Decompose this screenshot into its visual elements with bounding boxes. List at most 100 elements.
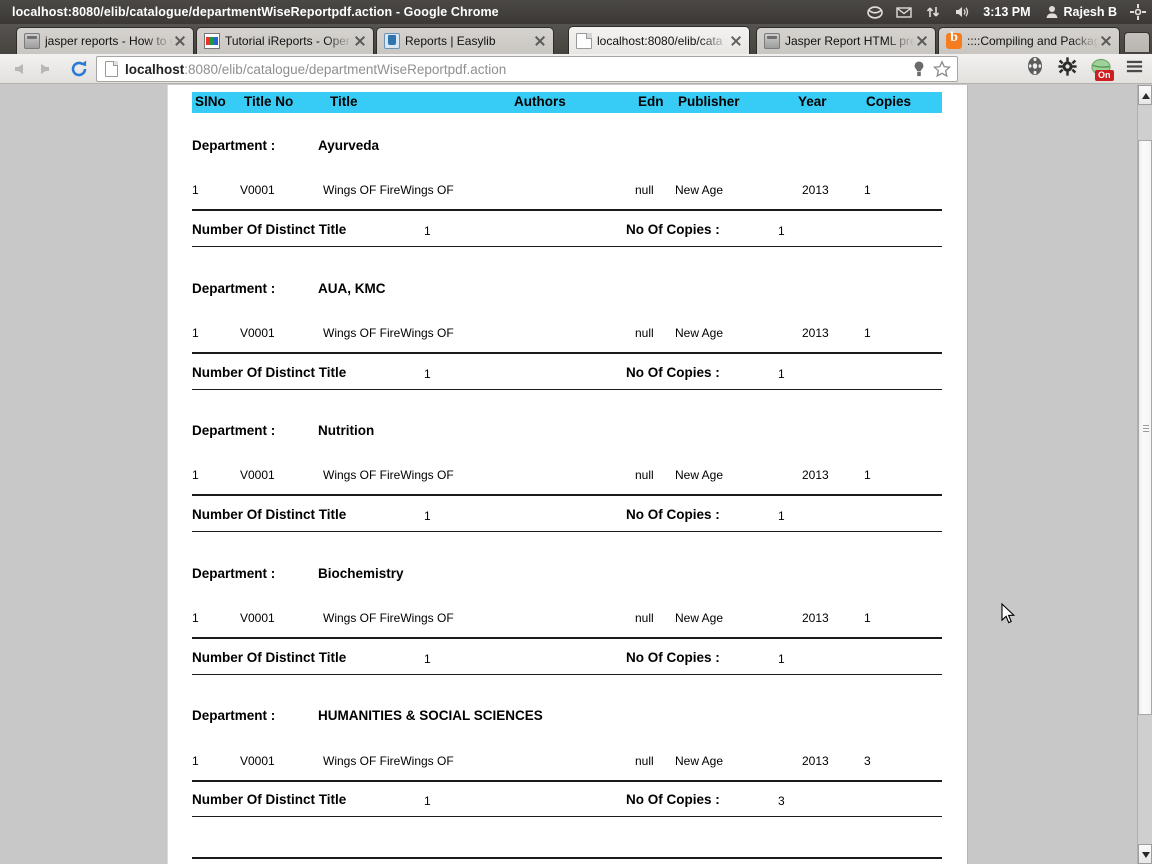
user-icon <box>1044 4 1060 20</box>
browser-tab-2[interactable]: Tutorial iReports - Oper <box>196 27 374 54</box>
no-of-copies-value: 1 <box>778 224 785 238</box>
proxy-globe-icon[interactable]: On <box>1089 58 1114 81</box>
cell-edn: null <box>635 326 654 340</box>
distinct-title-label: Number Of Distinct Title <box>192 650 347 665</box>
distinct-title-value: 1 <box>424 794 431 808</box>
close-tab-icon[interactable] <box>729 34 743 48</box>
close-tab-icon[interactable] <box>173 34 187 48</box>
scroll-down-button[interactable] <box>1138 844 1152 864</box>
group-divider <box>192 209 942 211</box>
cell-publisher: New Age <box>675 611 724 625</box>
forward-button[interactable] <box>36 55 64 83</box>
window-titlebar: localhost:8080/elib/catalogue/department… <box>0 0 1152 24</box>
browser-tab-1[interactable]: jasper reports - How to c <box>16 27 194 54</box>
distinct-title-label: Number Of Distinct Title <box>192 365 347 380</box>
scrollbar-grip <box>1143 424 1149 432</box>
user-menu[interactable]: Rajesh B <box>1044 4 1118 20</box>
cell-title-no: V0001 <box>240 326 275 340</box>
document-favicon-icon <box>576 32 592 49</box>
col-header-slno: SlNo <box>195 94 226 109</box>
bookmark-star-icon[interactable] <box>932 60 952 83</box>
tab-strip: jasper reports - How to c Tutorial iRepo… <box>0 24 1152 54</box>
cell-title: Wings OF FireWings OF <box>323 611 454 625</box>
distinct-title-label: Number Of Distinct Title <box>192 222 347 237</box>
cell-year: 2013 <box>802 183 829 197</box>
vertical-scrollbar-thumb[interactable] <box>1138 140 1152 715</box>
easylib-favicon-icon <box>384 33 400 49</box>
group-footer-divider <box>192 531 942 532</box>
tray-username: Rajesh B <box>1063 5 1118 19</box>
close-tab-icon[interactable] <box>1099 34 1113 48</box>
cell-publisher: New Age <box>675 326 724 340</box>
hamburger-menu-icon[interactable] <box>1125 57 1144 81</box>
cell-title: Wings OF FireWings OF <box>323 468 454 482</box>
group-footer-divider <box>192 674 942 675</box>
cell-year: 2013 <box>802 468 829 482</box>
cell-slno: 1 <box>192 468 199 482</box>
mail-icon[interactable] <box>896 4 912 20</box>
group-footer-divider <box>192 246 942 247</box>
no-of-copies-value: 3 <box>778 794 785 808</box>
cell-title: Wings OF FireWings OF <box>323 326 454 340</box>
cell-title-no: V0001 <box>240 754 275 768</box>
cell-edn: null <box>635 468 654 482</box>
group-divider <box>192 637 942 639</box>
tray-clock[interactable]: 3:13 PM <box>983 5 1030 19</box>
page-bottom-divider <box>192 857 942 859</box>
browser-tab-3[interactable]: Reports | Easylib <box>376 27 554 54</box>
browser-tab-6[interactable]: ::::Compiling and Packag <box>938 27 1120 54</box>
group-footer-divider <box>192 389 942 390</box>
department-name: Ayurveda <box>318 138 380 153</box>
back-arrow-icon <box>15 63 23 74</box>
lightbulb-icon[interactable] <box>911 60 927 83</box>
col-header-edn: Edn <box>638 94 664 109</box>
department-label: Department : <box>192 281 276 296</box>
col-header-authors: Authors <box>514 94 566 109</box>
cell-title: Wings OF FireWings OF <box>323 183 454 197</box>
close-tab-icon[interactable] <box>915 34 929 48</box>
department-name: Nutrition <box>318 423 375 438</box>
volume-icon[interactable] <box>954 4 970 20</box>
cell-edn: null <box>635 754 654 768</box>
department-label: Department : <box>192 423 276 438</box>
blogger-favicon-icon <box>946 30 962 49</box>
scroll-up-button[interactable] <box>1138 85 1152 105</box>
new-tab-button[interactable] <box>1124 32 1150 52</box>
cell-publisher: New Age <box>675 754 724 768</box>
back-button[interactable] <box>8 55 36 83</box>
url-text: localhost:8080/elib/catalogue/department… <box>125 62 506 77</box>
cell-slno: 1 <box>192 611 199 625</box>
col-header-copies: Copies <box>866 94 912 109</box>
vertical-scrollbar[interactable] <box>1137 85 1152 864</box>
tab-label: jasper reports - How to c <box>45 34 173 48</box>
department-label: Department : <box>192 138 276 153</box>
gear-icon[interactable] <box>1058 56 1077 81</box>
forward-arrow-icon <box>41 63 49 74</box>
browser-tab-4-active[interactable]: localhost:8080/elib/cata <box>568 26 750 54</box>
close-tab-icon[interactable] <box>353 34 367 48</box>
department-name: Biochemistry <box>318 566 404 581</box>
distinct-title-label: Number Of Distinct Title <box>192 507 347 522</box>
department-name: AUA, KMC <box>318 281 386 296</box>
network-icon[interactable] <box>925 4 941 20</box>
cell-edn: null <box>635 183 654 197</box>
mouse-cursor <box>1001 602 1016 624</box>
cell-slno: 1 <box>192 754 199 768</box>
group-footer-divider <box>192 816 942 817</box>
proxy-on-badge: On <box>1095 69 1114 81</box>
no-of-copies-value: 1 <box>778 509 785 523</box>
film-reel-icon[interactable] <box>1024 56 1046 81</box>
cell-slno: 1 <box>192 326 199 340</box>
distinct-title-label: Number Of Distinct Title <box>192 792 347 807</box>
reload-button[interactable] <box>64 55 94 83</box>
cell-title: Wings OF FireWings OF <box>323 754 454 768</box>
address-bar[interactable]: localhost:8080/elib/catalogue/department… <box>96 56 958 82</box>
no-of-copies-label: No Of Copies : <box>626 365 720 380</box>
dropbox-icon[interactable] <box>867 4 884 20</box>
browser-tab-5[interactable]: Jasper Report HTML pre <box>756 27 936 54</box>
close-tab-icon[interactable] <box>533 34 547 48</box>
cell-slno: 1 <box>192 183 199 197</box>
system-settings-icon[interactable] <box>1130 4 1146 20</box>
url-host: localhost <box>125 61 185 77</box>
cell-title-no: V0001 <box>240 183 275 197</box>
